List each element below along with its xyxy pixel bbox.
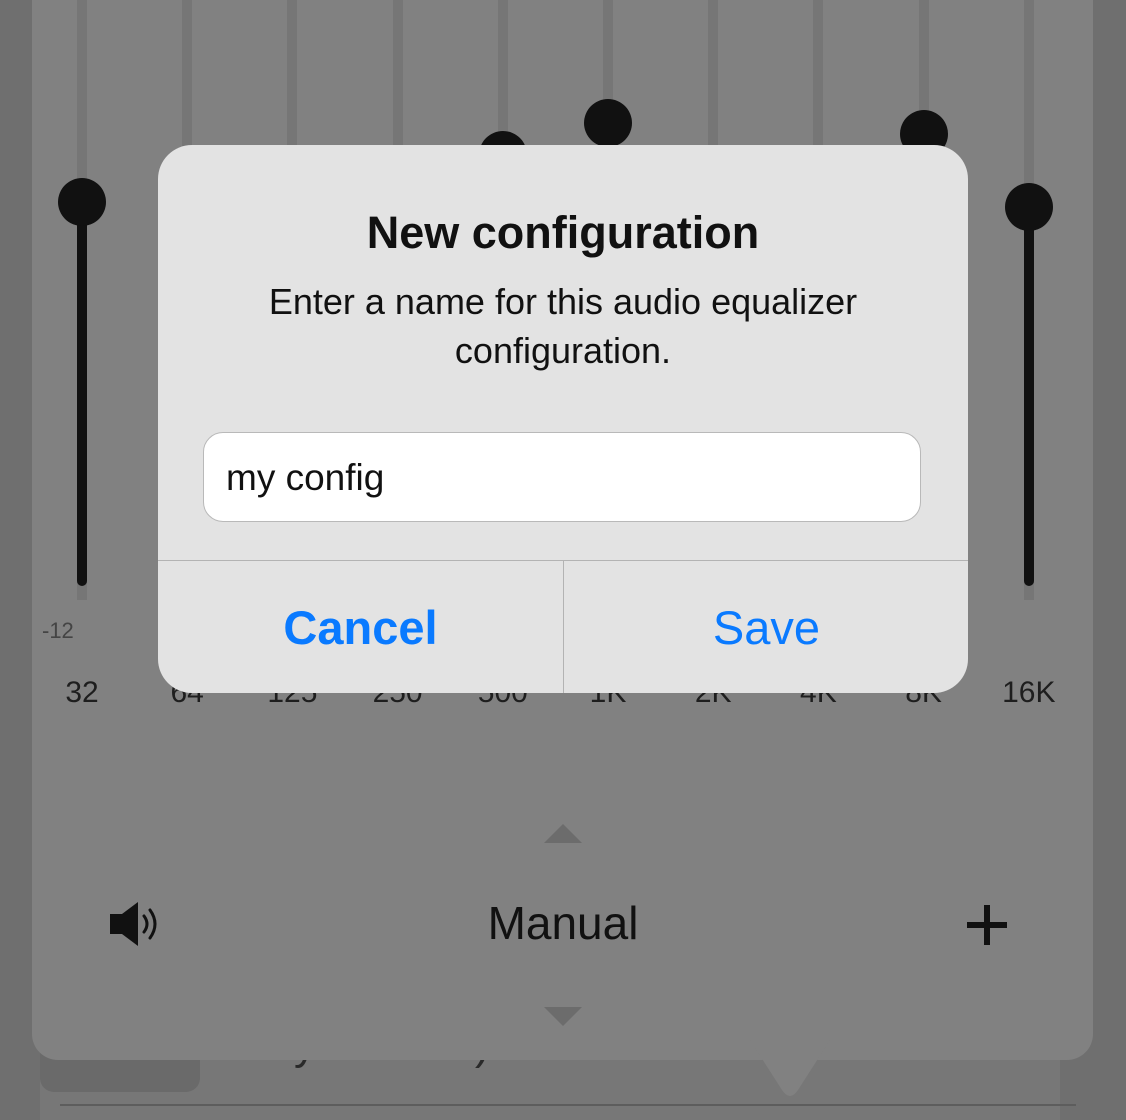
dialog-title: New configuration xyxy=(366,207,760,258)
configuration-name-input[interactable] xyxy=(224,433,898,523)
save-button[interactable]: Save xyxy=(564,561,968,693)
new-configuration-dialog: New configuration Enter a name for this … xyxy=(158,145,968,693)
band-frequency-label: 16K xyxy=(1002,676,1056,709)
band-level-32 xyxy=(77,202,87,586)
band-slider-knob-1K[interactable] xyxy=(584,99,632,148)
cancel-button[interactable]: Cancel xyxy=(158,561,563,693)
configuration-name-field[interactable] xyxy=(203,432,921,523)
chevron-up-icon[interactable] xyxy=(544,824,582,843)
background-divider xyxy=(60,1104,1076,1106)
preset-name[interactable]: Manual xyxy=(400,896,726,950)
band-level-16K xyxy=(1023,207,1034,586)
band-slider-knob-32[interactable] xyxy=(58,178,106,227)
chevron-down-icon[interactable] xyxy=(544,1007,582,1026)
popover-pointer xyxy=(750,1040,830,1096)
min-db-label: -12 xyxy=(42,618,74,643)
band-slider-knob-16K[interactable] xyxy=(1004,183,1053,232)
plus-icon[interactable] xyxy=(962,900,1012,950)
speaker-icon[interactable] xyxy=(106,898,162,950)
dialog-message: Enter a name for this audio equalizer co… xyxy=(268,281,858,371)
band-frequency-label: 32 xyxy=(65,676,99,709)
